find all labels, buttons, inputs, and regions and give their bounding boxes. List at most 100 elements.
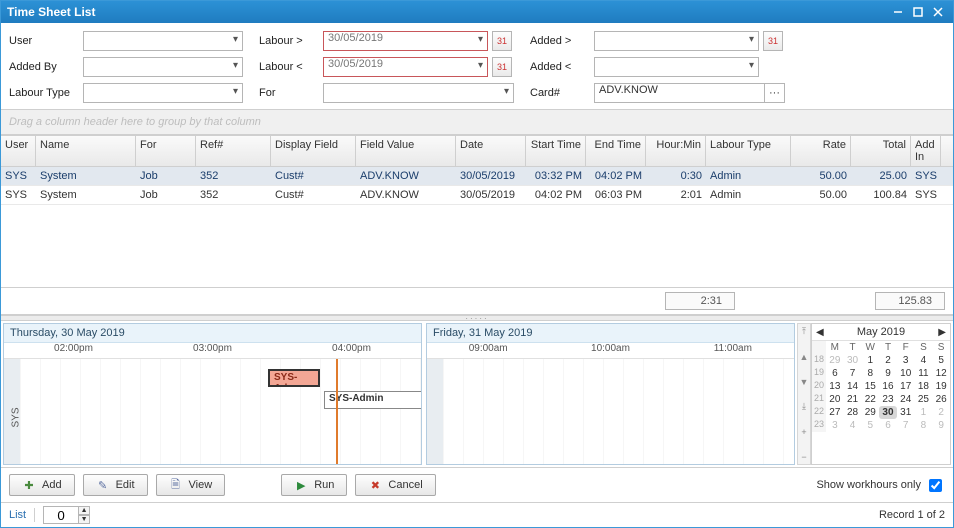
timeline-day-1[interactable]: Thursday, 30 May 2019 02:00pm 03:00pm 04… — [3, 323, 422, 465]
workhours-check[interactable] — [929, 479, 942, 492]
card-value[interactable]: ADV.KNOW — [594, 83, 765, 103]
user-combo[interactable] — [83, 31, 243, 51]
labourtype-combo[interactable] — [83, 83, 243, 103]
cal-day[interactable]: 17 — [897, 380, 915, 393]
cal-day[interactable]: 5 — [932, 354, 950, 367]
cal-day[interactable]: 21 — [844, 393, 862, 406]
col-start[interactable]: Start Time — [526, 136, 586, 166]
cal-day[interactable]: 2 — [879, 354, 897, 367]
col-hours[interactable]: Hour:Min — [646, 136, 706, 166]
cal-day[interactable]: 10 — [897, 367, 915, 380]
cal-day[interactable]: 28 — [844, 406, 862, 419]
cal-day[interactable]: 29 — [826, 354, 844, 367]
edit-button[interactable]: ✎Edit — [83, 474, 148, 496]
col-date[interactable]: Date — [456, 136, 526, 166]
cal-day[interactable]: 11 — [915, 367, 933, 380]
close-icon[interactable] — [929, 4, 947, 20]
cal-day[interactable]: 5 — [861, 419, 879, 432]
zoom-out-icon[interactable]: − — [801, 452, 806, 462]
labour-gt-input[interactable]: 30/05/2019 — [323, 31, 488, 51]
labour-gt-cal-icon[interactable]: 31 — [492, 31, 512, 51]
spin-down-icon[interactable]: ▼ — [78, 515, 90, 524]
minimize-icon[interactable] — [889, 4, 907, 20]
month-calendar[interactable]: ◀ May 2019 ▶ MTWTFSS18293012345196789101… — [811, 323, 951, 465]
cal-day[interactable]: 15 — [861, 380, 879, 393]
cal-day[interactable]: 14 — [844, 380, 862, 393]
addedby-combo[interactable] — [83, 57, 243, 77]
col-labourtype[interactable]: Labour Type — [706, 136, 791, 166]
col-fieldvalue[interactable]: Field Value — [356, 136, 456, 166]
cal-day[interactable]: 2 — [932, 406, 950, 419]
card-lookup-button[interactable]: ··· — [765, 83, 785, 103]
labour-lt-input[interactable]: 30/05/2019 — [323, 57, 488, 77]
cal-day[interactable]: 7 — [844, 367, 862, 380]
view-button[interactable]: 🗎View — [156, 474, 226, 496]
cal-day[interactable]: 12 — [932, 367, 950, 380]
add-button[interactable]: ✚Add — [9, 474, 75, 496]
labour-lt-cal-icon[interactable]: 31 — [492, 57, 512, 77]
added-gt-cal-icon[interactable]: 31 — [763, 31, 783, 51]
table-row[interactable]: SYSSystemJob352Cust#ADV.KNOW30/05/201903… — [1, 167, 953, 186]
cal-day[interactable]: 24 — [897, 393, 915, 406]
timeline-body[interactable]: SYS SYS-Ad... SYS-Admin — [4, 359, 421, 464]
timeline-block-1[interactable]: SYS-Ad... — [268, 369, 320, 387]
cal-day[interactable]: 23 — [879, 393, 897, 406]
list-index-input[interactable] — [43, 506, 79, 524]
cal-day[interactable]: 16 — [879, 380, 897, 393]
col-for[interactable]: For — [136, 136, 196, 166]
cal-day[interactable]: 26 — [932, 393, 950, 406]
nav-down-icon[interactable]: ▼ — [800, 377, 809, 387]
cal-day[interactable]: 4 — [844, 419, 862, 432]
cal-day[interactable]: 29 — [861, 406, 879, 419]
zoom-in-icon[interactable]: + — [801, 427, 806, 437]
cal-day[interactable]: 31 — [897, 406, 915, 419]
cal-day[interactable]: 9 — [879, 367, 897, 380]
col-ref[interactable]: Ref# — [196, 136, 271, 166]
cal-day[interactable]: 8 — [861, 367, 879, 380]
status-list[interactable]: List — [9, 509, 26, 521]
cal-day[interactable]: 6 — [879, 419, 897, 432]
nav-up-icon[interactable]: ▲ — [800, 352, 809, 362]
nav-top-icon[interactable]: ⤒ — [802, 326, 806, 337]
cal-day[interactable]: 3 — [826, 419, 844, 432]
cal-day[interactable]: 30 — [844, 354, 862, 367]
cal-day[interactable]: 30 — [879, 406, 897, 419]
cal-day[interactable]: 13 — [826, 380, 844, 393]
cal-day[interactable]: 27 — [826, 406, 844, 419]
cal-day[interactable]: 1 — [915, 406, 933, 419]
cal-day[interactable]: 25 — [915, 393, 933, 406]
table-row[interactable]: SYSSystemJob352Cust#ADV.KNOW30/05/201904… — [1, 186, 953, 205]
group-by-hint[interactable]: Drag a column header here to group by th… — [1, 109, 953, 135]
grid-header[interactable]: User Name For Ref# Display Field Field V… — [1, 136, 953, 167]
cal-day[interactable]: 18 — [915, 380, 933, 393]
timeline-block-2[interactable]: SYS-Admin — [324, 391, 422, 409]
maximize-icon[interactable] — [909, 4, 927, 20]
cal-prev-icon[interactable]: ◀ — [816, 327, 824, 338]
col-user[interactable]: User — [1, 136, 36, 166]
nav-bottom-icon[interactable]: ⤓ — [802, 401, 806, 412]
col-name[interactable]: Name — [36, 136, 136, 166]
cal-day[interactable]: 6 — [826, 367, 844, 380]
card-field[interactable]: ADV.KNOW ··· — [594, 83, 785, 103]
col-rate[interactable]: Rate — [791, 136, 851, 166]
cal-day[interactable]: 1 — [861, 354, 879, 367]
col-addin[interactable]: Add In — [911, 136, 941, 166]
cal-day[interactable]: 19 — [932, 380, 950, 393]
cal-day[interactable]: 8 — [915, 419, 933, 432]
col-display[interactable]: Display Field — [271, 136, 356, 166]
cal-day[interactable]: 4 — [915, 354, 933, 367]
cal-day[interactable]: 3 — [897, 354, 915, 367]
added-gt-input[interactable] — [594, 31, 759, 51]
cal-next-icon[interactable]: ▶ — [938, 327, 946, 338]
cancel-button[interactable]: ✖Cancel — [355, 474, 435, 496]
cal-day[interactable]: 7 — [897, 419, 915, 432]
show-workhours-checkbox[interactable]: Show workhours only — [816, 476, 945, 495]
timeline-body-2[interactable] — [427, 359, 794, 464]
run-button[interactable]: ▶Run — [281, 474, 347, 496]
col-total[interactable]: Total — [851, 136, 911, 166]
cal-day[interactable]: 22 — [861, 393, 879, 406]
timeline-day-2[interactable]: Friday, 31 May 2019 09:00am 10:00am 11:0… — [426, 323, 795, 465]
col-end[interactable]: End Time — [586, 136, 646, 166]
spin-up-icon[interactable]: ▲ — [78, 506, 90, 515]
cal-day[interactable]: 9 — [932, 419, 950, 432]
